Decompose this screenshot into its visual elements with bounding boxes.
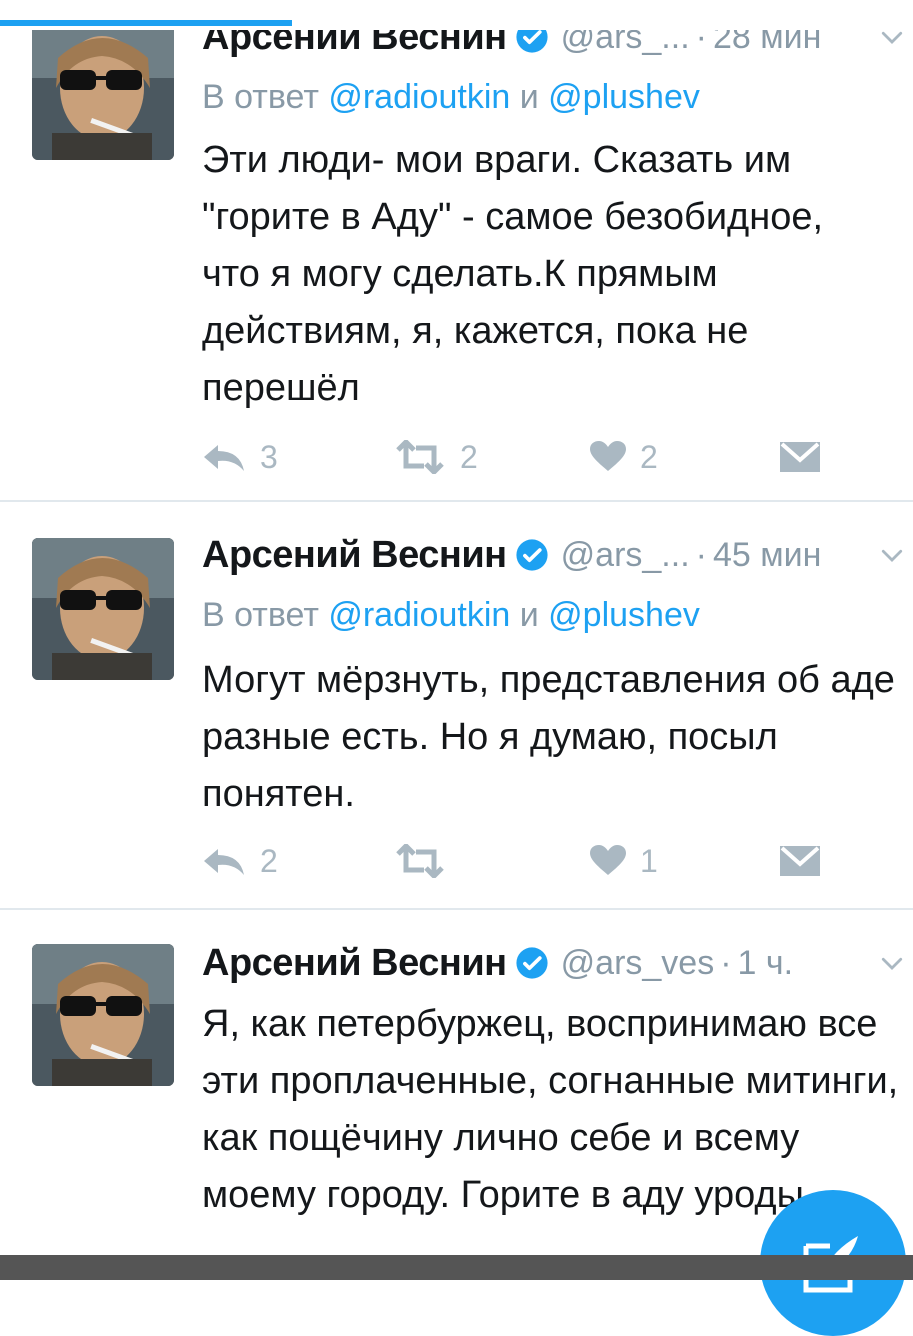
tweet[interactable]: Арсений Веснин @ars_ves · 1 ч. Я, как пе…: [0, 910, 913, 1255]
like-count: 1: [640, 842, 658, 879]
direct-message-icon: [780, 846, 820, 876]
user-name[interactable]: Арсений Веснин: [202, 534, 507, 577]
separator-dot: ·: [720, 943, 732, 982]
user-name[interactable]: Арсений Веснин: [202, 942, 507, 985]
tweet-text: Я, как петербуржец, воспринимаю все эти …: [202, 1003, 899, 1216]
user-handle[interactable]: @ars_ves: [561, 944, 715, 983]
mention-link[interactable]: @plushev: [548, 78, 700, 116]
verified-badge-icon: [516, 539, 548, 571]
tweet-text: Эти люди- мои враги. Сказать им "горите …: [202, 139, 824, 409]
direct-message-button[interactable]: [780, 836, 820, 886]
bottom-bar: [0, 1255, 913, 1280]
heart-icon: [590, 441, 626, 471]
chevron-down-icon[interactable]: [877, 948, 907, 978]
avatar[interactable]: [32, 538, 174, 680]
reply-conjunction: и: [510, 596, 549, 634]
tweet[interactable]: Арсений Веснин @ars_... · 28 мин В ответ…: [0, 0, 913, 500]
like-count: 2: [640, 438, 658, 475]
retweet-icon: [396, 844, 444, 878]
reply-icon: [204, 445, 244, 471]
tweet-actions: 2 1: [202, 836, 842, 886]
chevron-down-icon[interactable]: [877, 540, 907, 570]
retweet-button[interactable]: 2: [394, 432, 478, 482]
tweet-time[interactable]: 1 ч.: [738, 944, 794, 983]
heart-icon: [590, 845, 626, 875]
mention-link[interactable]: @plushev: [548, 596, 700, 634]
retweet-button[interactable]: [394, 836, 460, 886]
reply-conjunction: и: [510, 78, 549, 116]
avatar[interactable]: [32, 18, 174, 160]
separator-dot: ·: [695, 535, 707, 574]
loading-progress: [0, 0, 913, 30]
retweet-icon: [396, 440, 444, 474]
tweet[interactable]: Арсений Веснин @ars_... · 45 мин В ответ…: [0, 502, 913, 908]
reply-button[interactable]: 2: [202, 836, 278, 886]
reply-context: В ответ @radioutkin и @plushev: [202, 78, 700, 117]
user-handle[interactable]: @ars_...: [561, 536, 690, 575]
tweet-header: Арсений Веснин @ars_... · 45 мин: [202, 530, 913, 580]
tweet-actions: 3 2 2: [202, 432, 842, 482]
reply-icon: [204, 849, 244, 875]
mention-link[interactable]: @radioutkin: [328, 78, 510, 116]
reply-count: 2: [260, 842, 278, 879]
retweet-count: 2: [460, 438, 478, 475]
verified-badge-icon: [516, 947, 548, 979]
reply-prefix: В ответ: [202, 596, 329, 634]
tweet-time[interactable]: 45 мин: [713, 536, 821, 575]
direct-message-icon: [780, 442, 820, 472]
like-button[interactable]: 2: [590, 432, 658, 482]
direct-message-button[interactable]: [780, 432, 820, 482]
reply-button[interactable]: 3: [202, 432, 278, 482]
tweet-text: Могут мёрзнуть, представления об аде раз…: [202, 659, 895, 815]
reply-context: В ответ @radioutkin и @plushev: [202, 596, 700, 635]
avatar[interactable]: [32, 944, 174, 1086]
progress-bar-fill: [0, 20, 292, 26]
like-button[interactable]: 1: [590, 836, 658, 886]
reply-count: 3: [260, 438, 278, 475]
reply-prefix: В ответ: [202, 78, 329, 116]
mention-link[interactable]: @radioutkin: [328, 596, 510, 634]
tweet-header: Арсений Веснин @ars_ves · 1 ч.: [202, 938, 913, 988]
